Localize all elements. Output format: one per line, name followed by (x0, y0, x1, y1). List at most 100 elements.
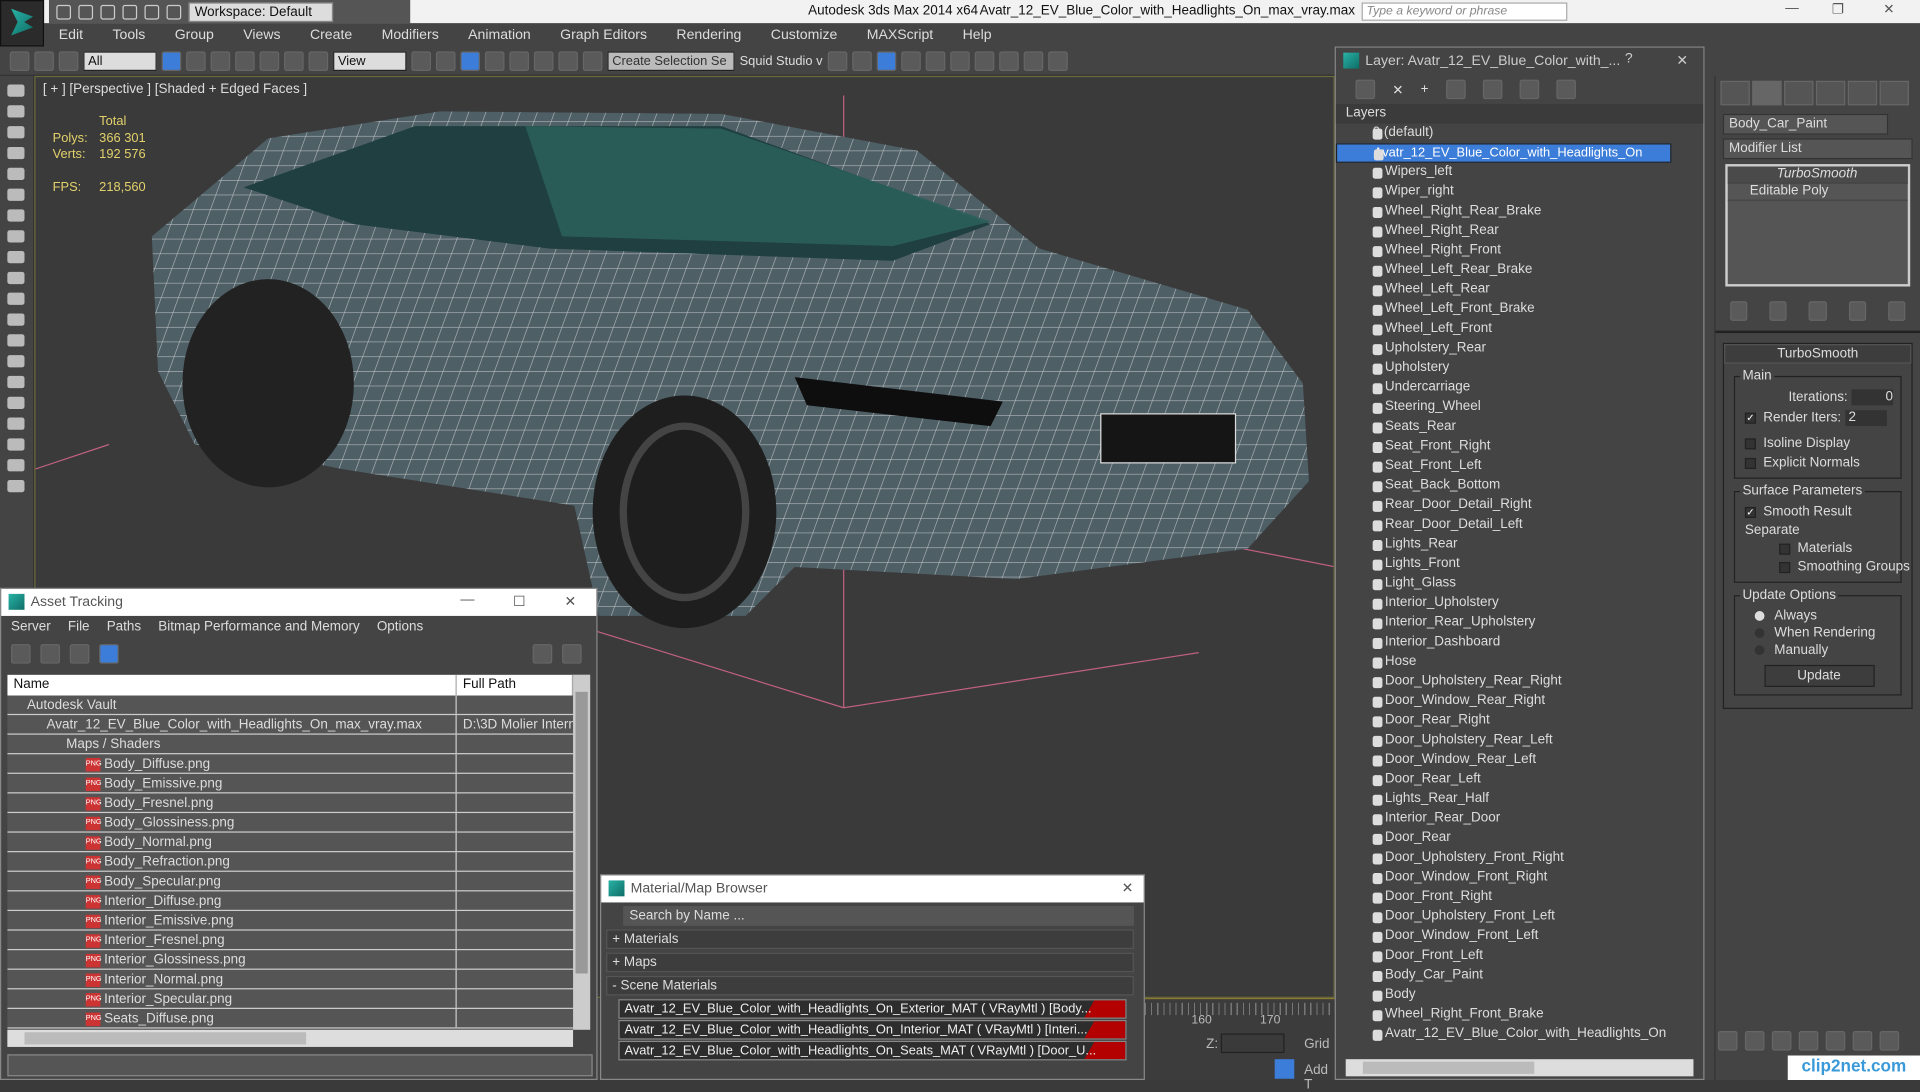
layer-object-item[interactable]: Wheel_Left_Rear (1336, 280, 1703, 300)
menu-group[interactable]: Group (160, 28, 229, 43)
play-icon[interactable] (1744, 1031, 1765, 1051)
layer-object-item[interactable]: Door_Window_Front_Right (1336, 868, 1703, 888)
material-search-input[interactable]: Search by Name ... (623, 906, 1134, 926)
tool-icon[interactable] (7, 459, 25, 472)
menu-bitmap-performance[interactable]: Bitmap Performance and Memory (158, 620, 359, 637)
layer-object-item[interactable]: Seat_Front_Left (1336, 457, 1703, 477)
always-radio[interactable] (1754, 611, 1765, 621)
material-item[interactable]: Avatr_12_EV_Blue_Color_with_Headlights_O… (618, 1040, 1127, 1061)
table-view-icon[interactable] (99, 644, 119, 664)
layer-object-item[interactable]: Light_Glass (1336, 574, 1703, 594)
tool-icon[interactable] (7, 188, 25, 201)
manually-radio[interactable] (1754, 645, 1765, 656)
modify-tab[interactable] (1752, 80, 1782, 106)
zoom-all-icon[interactable] (1852, 1031, 1873, 1051)
tool-icon[interactable] (7, 334, 25, 347)
tool-icon[interactable] (7, 126, 25, 139)
refresh-icon[interactable] (11, 644, 31, 664)
menu-create[interactable]: Create (295, 28, 367, 43)
stack-editable-poly[interactable]: Editable Poly (1727, 184, 1908, 201)
layer-object-item[interactable]: Door_Window_Rear_Left (1336, 751, 1703, 771)
display-tab[interactable] (1847, 80, 1878, 106)
layer-object-item[interactable]: Upholstery (1336, 359, 1703, 379)
close-button[interactable]: ✕ (1883, 1, 1894, 17)
when-rendering-radio[interactable] (1754, 628, 1765, 639)
layer-object-item[interactable]: Lights_Rear_Half (1336, 790, 1703, 810)
vertical-scrollbar[interactable] (573, 674, 591, 1030)
layer-object-item[interactable]: Door_Upholstery_Rear_Left (1336, 731, 1703, 751)
isolate-icon[interactable] (1274, 1059, 1295, 1079)
menu-paths[interactable]: Paths (107, 620, 141, 637)
layer-object-item[interactable]: Wheel_Right_Rear_Brake (1336, 202, 1703, 222)
layer-object-item[interactable]: Avatr_12_EV_Blue_Color_with_Headlights_O… (1336, 1025, 1703, 1045)
layer-object-item[interactable]: Upholstery_Rear (1336, 339, 1703, 359)
squid-studio-dropdown[interactable]: Squid Studio v (740, 53, 823, 68)
layer-object-item[interactable]: Door_Window_Rear_Right (1336, 692, 1703, 712)
tool-icon[interactable] (7, 396, 25, 409)
add-icon[interactable]: + (1421, 82, 1429, 97)
manipulate-icon[interactable] (435, 50, 456, 71)
hide-icon[interactable] (1519, 79, 1539, 100)
render-setup-icon[interactable] (998, 50, 1019, 71)
tool-icon[interactable] (7, 230, 25, 243)
layer-hscrollbar[interactable] (1345, 1059, 1694, 1077)
material-editor-icon[interactable] (974, 50, 994, 71)
edit-named-selection-icon[interactable] (582, 50, 603, 71)
asset-row[interactable]: PNG Interior_Emissive.png (7, 911, 574, 931)
asset-row[interactable]: PNG Interior_Diffuse.png (7, 891, 574, 912)
help-search-input[interactable]: Type a keyword or phrase (1361, 2, 1568, 21)
menu-modifiers[interactable]: Modifiers (367, 28, 454, 43)
hierarchy-tab[interactable] (1784, 80, 1814, 106)
layer-object-item[interactable]: Wheel_Right_Front (1336, 241, 1703, 261)
thumbnail-view-icon[interactable] (69, 644, 90, 664)
configure-sets-icon[interactable] (1887, 301, 1906, 321)
create-tab[interactable] (1720, 80, 1750, 106)
material-browser-titlebar[interactable]: Material/Map Browser ✕ (601, 875, 1144, 903)
smoothing-groups-checkbox[interactable] (1779, 561, 1791, 573)
keyboard-shortcut-icon[interactable] (460, 50, 481, 71)
save-icon[interactable] (100, 4, 116, 19)
close-button[interactable]: ✕ (1122, 879, 1134, 897)
tool-icon[interactable] (7, 84, 25, 97)
menu-server[interactable]: Server (11, 620, 51, 637)
layer-object-item[interactable]: Wheel_Right_Front_Brake (1336, 1005, 1703, 1025)
next-frame-icon[interactable] (1771, 1031, 1792, 1051)
prev-frame-icon[interactable] (1717, 1031, 1738, 1051)
layer-object-item[interactable]: Hose (1336, 653, 1703, 673)
spinner-snap-icon[interactable] (558, 50, 578, 71)
curve-editor-icon[interactable] (925, 50, 945, 71)
layer-object-item[interactable]: Door_Rear_Left (1336, 770, 1703, 790)
motion-tab[interactable] (1815, 80, 1846, 106)
rect-select-icon[interactable] (210, 50, 231, 71)
menu-maxscript[interactable]: MAXScript (852, 28, 948, 43)
layer-object-item[interactable]: Interior_Rear_Door (1336, 809, 1703, 829)
layer-object-item[interactable]: Lights_Rear (1336, 535, 1703, 555)
settings-icon[interactable] (562, 644, 582, 664)
new-file-icon[interactable] (56, 4, 72, 19)
remove-modifier-icon[interactable] (1848, 301, 1866, 321)
tool-icon[interactable] (7, 375, 25, 389)
layer-object-item[interactable]: Wheel_Left_Front (1336, 320, 1703, 340)
link-icon[interactable] (9, 50, 30, 71)
pin-stack-icon[interactable] (1730, 301, 1748, 321)
close-button[interactable]: ✕ (564, 593, 576, 610)
angle-snap-icon[interactable] (509, 50, 529, 71)
help-icon[interactable] (532, 644, 553, 664)
workspace-dropdown[interactable]: Workspace: Default (188, 1, 334, 22)
rollout-title[interactable]: TurboSmooth (1724, 344, 1912, 364)
menu-customize[interactable]: Customize (756, 28, 852, 43)
scale-icon[interactable] (308, 50, 329, 71)
layer-object-item[interactable]: Door_Rear_Right (1336, 711, 1703, 731)
layer-object-item[interactable]: Rear_Door_Detail_Right (1336, 496, 1703, 516)
layer-object-item[interactable]: Interior_Upholstery (1336, 594, 1703, 614)
layer-object-item[interactable]: Interior_Dashboard (1336, 633, 1703, 653)
percent-snap-icon[interactable] (533, 50, 554, 71)
layer-object-item[interactable]: Lights_Front (1336, 555, 1703, 575)
layer-object-item[interactable]: Steering_Wheel (1336, 398, 1703, 418)
tool-icon[interactable] (7, 271, 25, 285)
asset-row[interactable]: PNG Body_Fresnel.png (7, 793, 574, 814)
materials-checkbox[interactable] (1779, 543, 1791, 555)
tool-icon[interactable] (7, 480, 25, 493)
layer-object-item[interactable]: Wheel_Left_Front_Brake (1336, 300, 1703, 320)
asset-row[interactable]: Maps / Shaders (7, 734, 574, 755)
